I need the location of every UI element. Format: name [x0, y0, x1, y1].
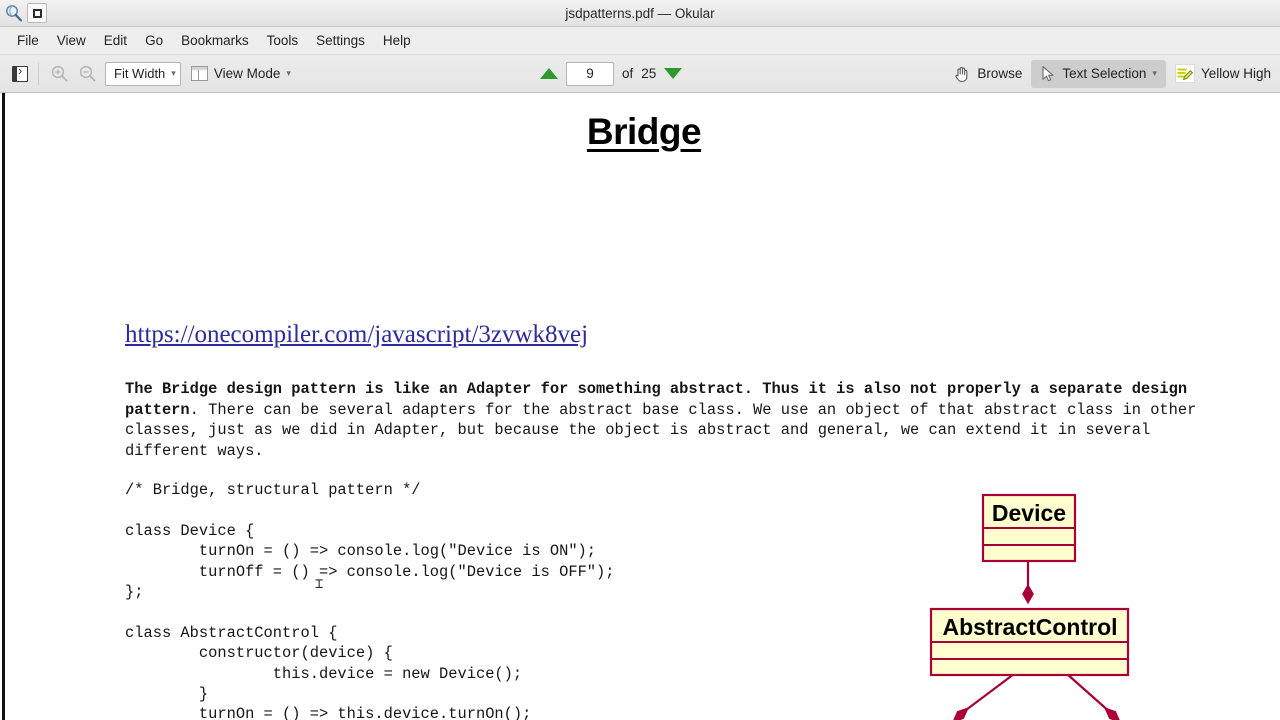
yellow-highlighter-label: Yellow High: [1200, 66, 1271, 81]
relation-device-abstractcontrol: [1022, 561, 1034, 605]
zoom-in-icon: [51, 65, 67, 82]
chevron-down-icon: ▾: [286, 68, 291, 78]
highlighter-icon: [1174, 64, 1195, 83]
page-number-value: 9: [586, 66, 594, 81]
page-of-label: of: [622, 66, 634, 81]
browse-tool-label: Browse: [977, 66, 1023, 81]
source-code-link[interactable]: https://onecompiler.com/javascript/3zvwk…: [125, 321, 588, 349]
menu-bookmarks[interactable]: Bookmarks: [172, 30, 258, 51]
uml-class-diagram: Device AbstractControl BasicControl: [834, 481, 1280, 720]
menu-help[interactable]: Help: [374, 30, 420, 51]
uml-class-device-label: Device: [992, 500, 1066, 526]
zoom-mode-value: Fit Width: [114, 66, 166, 81]
code-comment-line: /* Bridge, structural pattern */: [125, 481, 421, 499]
text-selection-tool-label: Text Selection: [1062, 66, 1147, 81]
menubar: File View Edit Go Bookmarks Tools Settin…: [0, 27, 1280, 55]
chevron-down-icon: ▾: [1152, 68, 1157, 78]
uml-class-abstractcontrol-label: AbstractControl: [942, 614, 1117, 640]
show-sidebar-icon: [12, 63, 28, 82]
view-mode-icon: [190, 66, 208, 81]
window-title: jsdpatterns.pdf — Okular: [565, 5, 715, 21]
menu-view[interactable]: View: [48, 30, 95, 51]
menu-tools[interactable]: Tools: [258, 30, 308, 51]
hand-icon: [955, 66, 968, 82]
window-titlebar: jsdpatterns.pdf — Okular: [0, 0, 1280, 27]
menu-file[interactable]: File: [8, 30, 48, 51]
pdf-page: Bridge https://onecompiler.com/javascrip…: [8, 93, 1280, 720]
code-class-abstractcontrol: class AbstractControl { constructor(devi…: [125, 623, 532, 720]
restore-window-icon: [32, 8, 42, 18]
collapsed-sidebar-rail[interactable]: [0, 93, 5, 720]
zoom-out-icon: [79, 65, 95, 82]
uml-class-device: Device: [981, 493, 1077, 563]
restore-window-button[interactable]: [27, 3, 47, 23]
menu-edit[interactable]: Edit: [95, 30, 136, 51]
page-total-label: 25: [641, 66, 657, 81]
menu-settings[interactable]: Settings: [307, 30, 374, 51]
document-view[interactable]: Bridge https://onecompiler.com/javascrip…: [0, 93, 1280, 720]
intro-paragraph: The Bridge design pattern is like an Ada…: [125, 379, 1220, 461]
okular-app-icon: [3, 2, 25, 24]
cursor-arrow-icon: [1042, 65, 1054, 81]
next-page-button[interactable]: [664, 68, 683, 79]
yellow-highlighter-button[interactable]: Yellow High: [1166, 60, 1280, 88]
page-number-input[interactable]: 9: [566, 61, 614, 86]
uml-class-abstractcontrol: AbstractControl: [929, 607, 1130, 677]
code-block: /* Bridge, structural pattern */ class D…: [125, 480, 825, 720]
menu-go[interactable]: Go: [136, 30, 172, 51]
page-title: Bridge: [586, 111, 702, 152]
main-toolbar: Fit Width ▾ View Mode ▾ 9 of 25 Browse T…: [0, 55, 1280, 93]
browse-tool-button[interactable]: Browse: [944, 60, 1031, 88]
zoom-in-button[interactable]: [46, 61, 72, 87]
view-mode-button[interactable]: View Mode ▾: [190, 66, 291, 81]
previous-page-button[interactable]: [540, 68, 558, 79]
relation-abstractcontrol-basiccontrol: [953, 673, 1015, 720]
sidebar-toggle-button[interactable]: [8, 62, 32, 86]
text-selection-tool-button[interactable]: Text Selection ▾: [1031, 59, 1166, 88]
view-mode-label: View Mode: [213, 66, 281, 81]
zoom-mode-select[interactable]: Fit Width ▾: [105, 61, 181, 86]
page-navigation: 9 of 25: [540, 61, 683, 86]
toolbar-separator: [38, 62, 39, 85]
chevron-down-icon: ▾: [171, 68, 176, 78]
intro-paragraph-rest: . There can be several adapters for the …: [125, 400, 1206, 460]
toolbar-right-group: Browse Text Selection ▾ Yellow High: [944, 55, 1280, 93]
zoom-out-button[interactable]: [74, 61, 100, 87]
relation-abstractcontrol-advancedcontrol: [1066, 673, 1120, 720]
